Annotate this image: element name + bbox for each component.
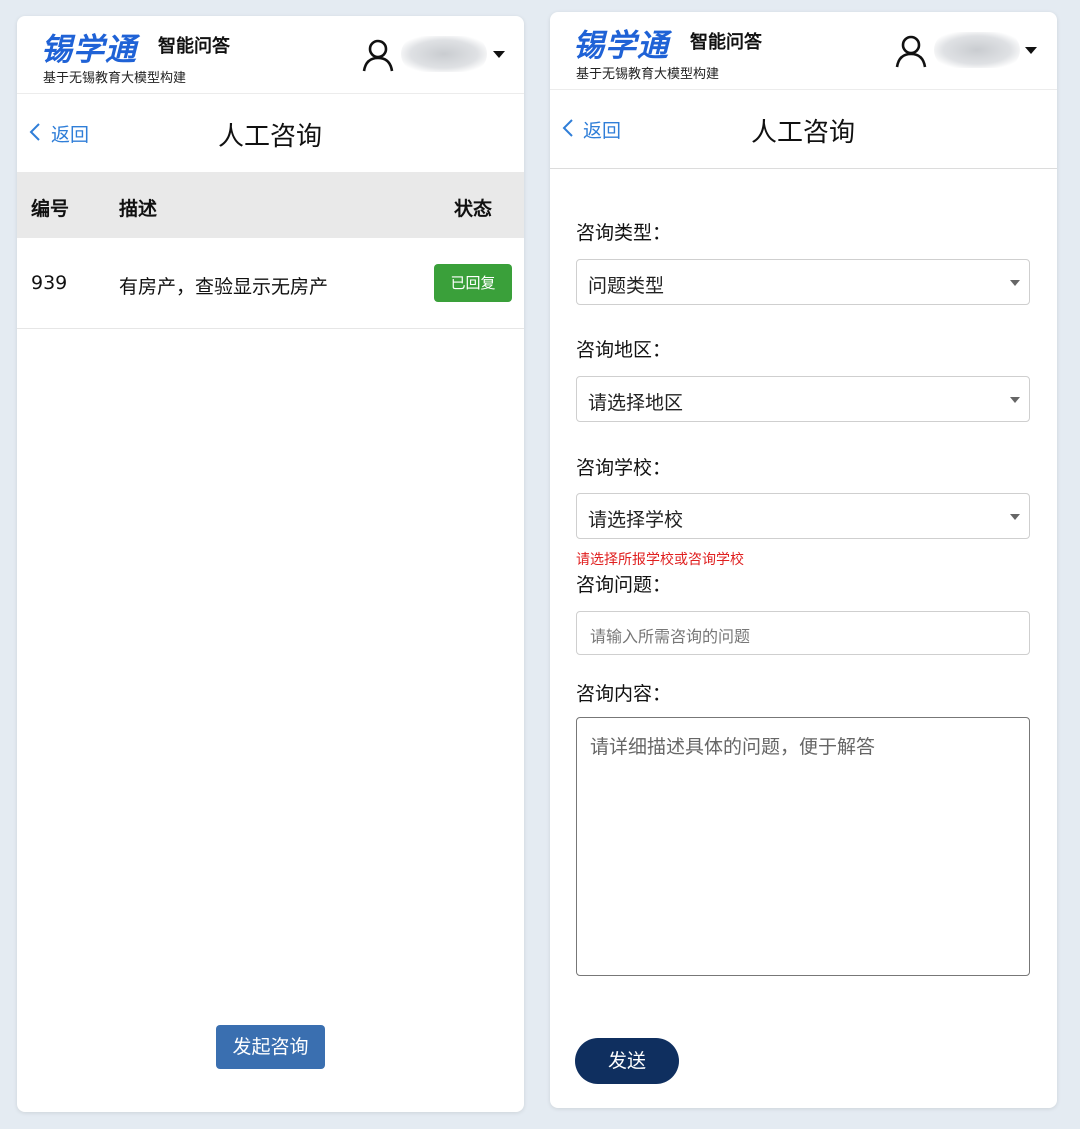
- status-badge: 已回复: [434, 264, 512, 302]
- brand-logo[interactable]: 锡学通: [41, 24, 137, 69]
- content-label: 咨询内容：: [576, 683, 672, 705]
- avatar[interactable]: [401, 36, 487, 72]
- question-label: 咨询问题：: [576, 574, 672, 596]
- brand-logo[interactable]: 锡学通: [573, 20, 669, 65]
- caret-down-icon[interactable]: [1025, 47, 1037, 54]
- caret-down-icon: [1010, 514, 1020, 520]
- table-header: 编号 描述 状态: [17, 172, 524, 238]
- avatar[interactable]: [934, 32, 1020, 68]
- back-link[interactable]: 返回: [51, 120, 89, 147]
- header-divider: [17, 93, 524, 94]
- row-id: 939: [31, 272, 68, 294]
- school-hint: 请选择所报学校或咨询学校: [576, 552, 744, 568]
- type-label: 咨询类型：: [576, 222, 672, 244]
- question-placeholder: 请输入所需咨询的问题: [590, 627, 751, 646]
- region-label: 咨询地区：: [576, 339, 672, 361]
- page-title: 人工咨询: [218, 122, 323, 152]
- brand-tagline: 基于无锡教育大模型构建: [576, 67, 720, 82]
- table-row[interactable]: 939 有房产，查验显示无房产 已回复: [17, 238, 524, 329]
- user-icon[interactable]: [894, 34, 928, 68]
- brand-product: 智能问答: [690, 32, 762, 53]
- type-select[interactable]: 问题类型: [576, 259, 1030, 305]
- type-select-value: 问题类型: [588, 275, 665, 297]
- school-select-value: 请选择学校: [588, 509, 684, 531]
- send-button[interactable]: 发送: [575, 1038, 679, 1084]
- header-status: 状态: [454, 198, 493, 220]
- row-desc[interactable]: 有房产，查验显示无房产: [119, 272, 328, 299]
- chevron-left-icon[interactable]: [29, 122, 41, 142]
- header-id: 编号: [31, 198, 70, 220]
- region-select[interactable]: 请选择地区: [576, 376, 1030, 422]
- user-icon[interactable]: [361, 38, 395, 72]
- header-divider: [550, 89, 1057, 90]
- school-label: 咨询学校：: [576, 457, 672, 479]
- chevron-left-icon[interactable]: [562, 118, 574, 138]
- consult-form-panel: 锡学通 智能问答 基于无锡教育大模型构建 返回 人工咨询 咨询类型： 问题类型 …: [550, 12, 1057, 1108]
- header-desc: 描述: [119, 198, 158, 220]
- consult-list-panel: 锡学通 智能问答 基于无锡教育大模型构建 返回 人工咨询 编号 描述 状态 93…: [17, 16, 524, 1112]
- caret-down-icon[interactable]: [493, 51, 505, 58]
- content-textarea[interactable]: 请详细描述具体的问题，便于解答: [576, 717, 1030, 976]
- page-title: 人工咨询: [751, 118, 856, 148]
- nav-divider: [550, 168, 1057, 169]
- question-input[interactable]: 请输入所需咨询的问题: [576, 611, 1030, 655]
- brand-product: 智能问答: [158, 36, 230, 57]
- school-select[interactable]: 请选择学校: [576, 493, 1030, 539]
- back-link[interactable]: 返回: [583, 116, 621, 143]
- content-placeholder: 请详细描述具体的问题，便于解答: [590, 736, 876, 758]
- caret-down-icon: [1010, 280, 1020, 286]
- region-select-value: 请选择地区: [588, 392, 684, 414]
- caret-down-icon: [1010, 397, 1020, 403]
- brand-tagline: 基于无锡教育大模型构建: [43, 71, 187, 86]
- start-consult-button[interactable]: 发起咨询: [216, 1025, 325, 1069]
